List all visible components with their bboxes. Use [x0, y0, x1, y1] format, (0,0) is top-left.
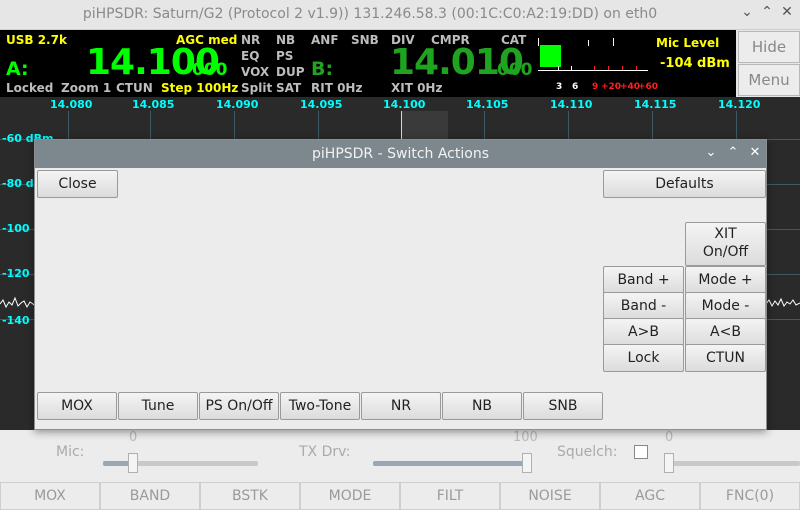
menu-button[interactable]: Menu: [738, 64, 800, 96]
squelch-checkbox[interactable]: [634, 445, 648, 459]
nr-status: NR: [241, 33, 261, 47]
rit-status: RIT 0Hz: [311, 81, 363, 95]
vfo-a-frequency-sub: 000: [192, 60, 228, 80]
func-button-band[interactable]: BAND: [100, 482, 200, 510]
func-button-agc[interactable]: AGC: [600, 482, 700, 510]
anf-status: ANF: [311, 33, 339, 47]
func-button-mode[interactable]: MODE: [300, 482, 400, 510]
close-icon[interactable]: ✕: [747, 145, 763, 160]
squelch-value: 0: [665, 430, 674, 445]
s-meter: 3 6 9 +20 +40 +60: [538, 32, 658, 94]
dialog-titlebar[interactable]: piHPSDR - Switch Actions ⌄ ⌃ ✕: [35, 140, 766, 168]
func-button-filt[interactable]: FILT: [400, 482, 500, 510]
vfo-panel[interactable]: USB 2.7k AGC med NR NB ANF SNB DIV CMPR …: [0, 30, 736, 97]
vfo-b-label: B:: [311, 58, 334, 80]
freq-label: 14.085: [132, 98, 175, 111]
nr-button[interactable]: NR: [361, 392, 441, 420]
vfo-a-label: A:: [6, 58, 29, 80]
b-to-a-button[interactable]: A<B: [685, 318, 766, 346]
vfo-b-frequency-sub: 000: [497, 60, 533, 80]
bottom-controls: Mic: 0 TX Drv: 100 Squelch: 0 MOX BAND B…: [0, 430, 800, 510]
meter-scale-6: 6: [572, 82, 579, 92]
snb-status: SNB: [351, 33, 379, 47]
side-buttons: Hide Menu: [736, 30, 800, 97]
meter-scale-9: 9: [592, 82, 599, 92]
band-plus-button[interactable]: Band +: [603, 266, 684, 294]
vox-status: VOX: [241, 65, 270, 79]
band-minus-button[interactable]: Band -: [603, 292, 684, 320]
freq-label: 14.120: [718, 98, 761, 111]
chevron-down-icon[interactable]: ⌄: [703, 145, 719, 160]
mox-button[interactable]: MOX: [37, 392, 117, 420]
defaults-button[interactable]: Defaults: [603, 170, 766, 198]
meter-bar: [540, 45, 561, 67]
func-button-bstk[interactable]: BSTK: [200, 482, 300, 510]
tx-drive-label: TX Drv:: [299, 444, 351, 460]
nb-button[interactable]: NB: [442, 392, 522, 420]
xit-status: XIT 0Hz: [391, 81, 443, 95]
a-to-b-button[interactable]: A>B: [603, 318, 684, 346]
two-tone-button[interactable]: Two-Tone: [280, 392, 360, 420]
func-button-mox[interactable]: MOX: [0, 482, 100, 510]
meter-scale-60: +60: [638, 82, 659, 92]
locked-status: Locked: [6, 81, 54, 95]
dup-status: DUP: [276, 65, 305, 79]
chevron-up-icon[interactable]: ⌃: [725, 145, 741, 160]
lock-button[interactable]: Lock: [603, 344, 684, 372]
squelch-slider-knob[interactable]: [664, 453, 674, 473]
ps-status: PS: [276, 49, 294, 63]
freq-label: 14.105: [466, 98, 509, 111]
tx-drive-slider-knob[interactable]: [522, 453, 532, 473]
switch-actions-dialog: piHPSDR - Switch Actions ⌄ ⌃ ✕ Close Def…: [34, 139, 767, 430]
hide-button[interactable]: Hide: [738, 31, 800, 63]
maximize-icon[interactable]: ⌃: [758, 4, 776, 20]
snb-button[interactable]: SNB: [523, 392, 603, 420]
tx-drive-value: 100: [513, 430, 538, 445]
mic-level-value: -104 dBm: [660, 56, 730, 71]
mode-filter-label: USB 2.7k: [6, 33, 67, 47]
freq-label: 14.095: [300, 98, 343, 111]
window-title: piHPSDR: Saturn/G2 (Protocol 2 v1.9)) 13…: [82, 6, 658, 22]
split-status: Split: [241, 81, 273, 95]
freq-label: 14.110: [550, 98, 593, 111]
step-status: Step 100Hz: [161, 81, 239, 95]
zoom-status: Zoom 1: [61, 81, 112, 95]
meter-scale-3: 3: [556, 82, 563, 92]
freq-label: 14.115: [634, 98, 677, 111]
eq-status: EQ: [241, 49, 260, 63]
mode-minus-button[interactable]: Mode -: [685, 292, 766, 320]
mic-label: Mic:: [56, 444, 85, 460]
squelch-slider[interactable]: [664, 461, 800, 466]
close-window-icon[interactable]: ✕: [778, 4, 796, 20]
func-button-fnc[interactable]: FNC(0): [700, 482, 800, 510]
freq-label: 14.080: [50, 98, 93, 111]
nb-status: NB: [276, 33, 296, 47]
ctun-status: CTUN: [116, 81, 153, 95]
close-button[interactable]: Close: [37, 170, 118, 198]
ps-onoff-button[interactable]: PS On/Off: [199, 392, 279, 420]
xit-onoff-line1: XIT: [714, 226, 737, 242]
minimize-icon[interactable]: ⌄: [738, 4, 756, 20]
freq-label: 14.100: [383, 98, 426, 111]
mode-plus-button[interactable]: Mode +: [685, 266, 766, 294]
mic-value: 0: [129, 430, 138, 445]
xit-onoff-button[interactable]: XIT On/Off: [685, 222, 766, 266]
func-button-noise[interactable]: NOISE: [500, 482, 600, 510]
dialog-title: piHPSDR - Switch Actions: [312, 146, 489, 162]
mic-level-label: Mic Level: [656, 36, 720, 50]
tune-button[interactable]: Tune: [118, 392, 198, 420]
xit-onoff-line2: On/Off: [702, 244, 749, 260]
sat-status: SAT: [276, 81, 302, 95]
meter-scale-20: +20: [601, 82, 622, 92]
freq-label: 14.090: [216, 98, 259, 111]
squelch-label: Squelch:: [557, 444, 618, 460]
ctun-button[interactable]: CTUN: [685, 344, 766, 372]
window-titlebar: piHPSDR: Saturn/G2 (Protocol 2 v1.9)) 13…: [0, 0, 800, 30]
mic-slider-knob[interactable]: [128, 453, 138, 473]
